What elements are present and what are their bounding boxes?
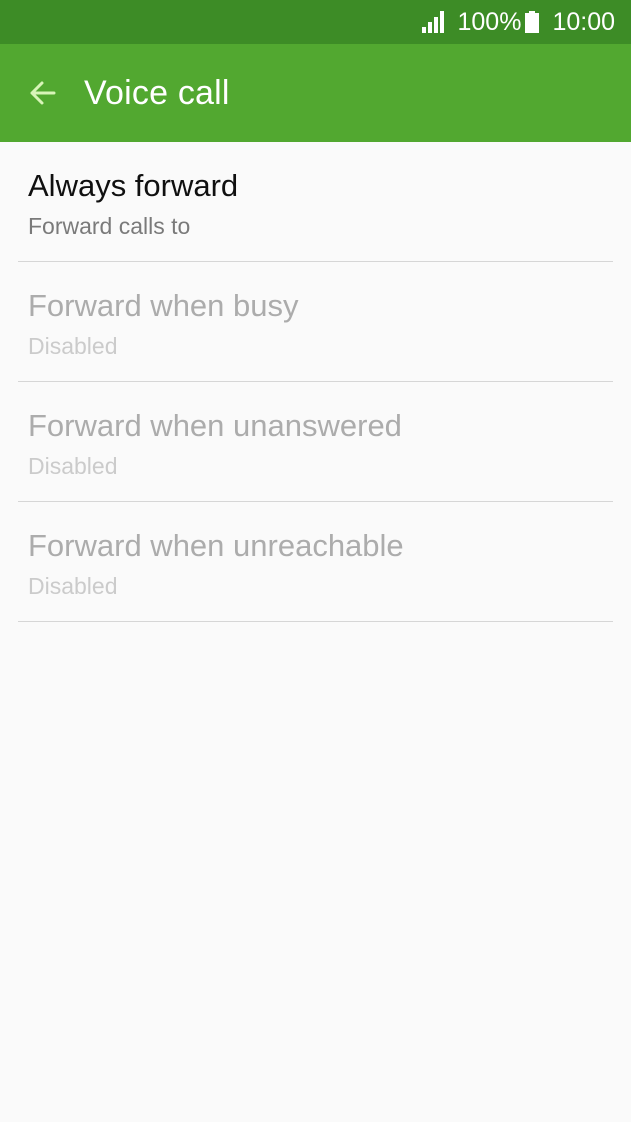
page-title: Voice call <box>84 73 230 112</box>
forward-when-unreachable-item: Forward when unreachable Disabled <box>18 502 613 622</box>
item-summary: Disabled <box>28 573 118 599</box>
status-time: 10:00 <box>552 7 615 36</box>
arrow-left-icon <box>30 81 56 105</box>
call-forwarding-list: Always forward Forward calls to Forward … <box>0 142 631 622</box>
battery-percentage: 100% <box>457 7 522 36</box>
item-title: Forward when unanswered <box>28 408 402 443</box>
forward-when-busy-item: Forward when busy Disabled <box>18 262 613 382</box>
item-title: Forward when busy <box>28 288 299 323</box>
item-summary: Disabled <box>28 333 118 359</box>
signal-icon <box>422 11 445 33</box>
item-summary: Disabled <box>28 453 118 479</box>
app-bar: Voice call <box>0 44 631 142</box>
item-title: Always forward <box>28 168 239 203</box>
back-button[interactable] <box>14 64 72 122</box>
always-forward-item[interactable]: Always forward Forward calls to <box>18 142 613 262</box>
item-title: Forward when unreachable <box>28 528 404 563</box>
item-summary: Forward calls to <box>28 213 191 239</box>
battery-icon <box>525 11 540 33</box>
forward-when-unanswered-item: Forward when unanswered Disabled <box>18 382 613 502</box>
status-bar: 100% 10:00 <box>0 0 631 44</box>
